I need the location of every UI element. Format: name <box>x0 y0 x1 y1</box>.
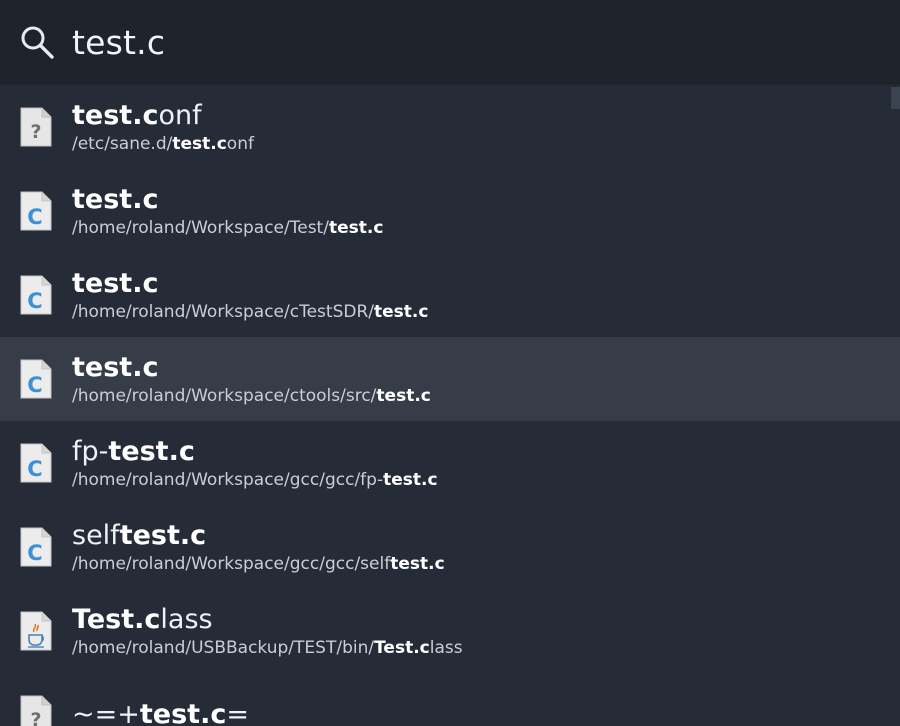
java-class-file-icon <box>20 611 52 651</box>
result-title: test.c <box>72 268 159 299</box>
result-row[interactable]: ? test.conf/etc/sane.d/test.conf <box>0 85 900 169</box>
result-title: fp-test.c <box>72 436 195 467</box>
result-path: /home/roland/Workspace/cTestSDR/test.c <box>72 302 429 322</box>
c-source-file-icon: C <box>20 527 52 567</box>
results-list[interactable]: ? test.conf/etc/sane.d/test.conf Ctest.c/h… <box>0 85 900 726</box>
result-title: selftest.c <box>72 520 207 551</box>
result-path: /home/roland/Workspace/gcc/gcc/selftest.… <box>72 554 445 574</box>
result-path: /home/roland/USBBackup/TEST/bin/Test.cla… <box>72 638 463 658</box>
unknown-file-icon: ? <box>20 695 52 726</box>
result-path: /home/roland/Workspace/Test/test.c <box>72 218 384 238</box>
result-title: test.conf <box>72 100 202 131</box>
svg-text:C: C <box>27 373 42 397</box>
result-title: test.c <box>72 184 159 215</box>
c-source-file-icon: C <box>20 359 52 399</box>
search-icon <box>21 26 54 59</box>
svg-text:C: C <box>27 205 42 229</box>
search-input[interactable]: test.c <box>72 23 165 62</box>
c-source-file-icon: C <box>20 443 52 483</box>
c-source-file-icon: C <box>20 275 52 315</box>
svg-text:C: C <box>27 457 42 481</box>
svg-text:?: ? <box>30 121 41 143</box>
result-title: test.c <box>72 352 159 383</box>
scrollbar-thumb[interactable] <box>891 87 900 109</box>
svg-text:C: C <box>27 289 42 313</box>
result-path: /home/roland/Workspace/ctools/src/test.c <box>72 386 431 406</box>
result-row[interactable]: ? ~=+test.c= <box>0 673 900 726</box>
result-path: /home/roland/Workspace/gcc/gcc/fp-test.c <box>72 470 438 490</box>
result-row[interactable]: Ctest.c/home/roland/Workspace/ctools/src… <box>0 337 900 421</box>
c-source-file-icon: C <box>20 191 52 231</box>
result-row[interactable]: Cfp-test.c/home/roland/Workspace/gcc/gcc… <box>0 421 900 505</box>
result-title: Test.class <box>72 604 213 635</box>
result-row[interactable]: Cselftest.c/home/roland/Workspace/gcc/gc… <box>0 505 900 589</box>
search-bar[interactable]: test.c <box>0 0 900 85</box>
result-row[interactable]: Test.class/home/roland/USBBackup/TEST/bi… <box>0 589 900 673</box>
result-row[interactable]: Ctest.c/home/roland/Workspace/cTestSDR/t… <box>0 253 900 337</box>
result-path: /etc/sane.d/test.conf <box>72 134 254 154</box>
result-title: ~=+test.c= <box>72 699 249 726</box>
svg-text:?: ? <box>30 709 41 726</box>
unknown-file-icon: ? <box>20 107 52 147</box>
result-row[interactable]: Ctest.c/home/roland/Workspace/Test/test.… <box>0 169 900 253</box>
svg-text:C: C <box>27 541 42 565</box>
